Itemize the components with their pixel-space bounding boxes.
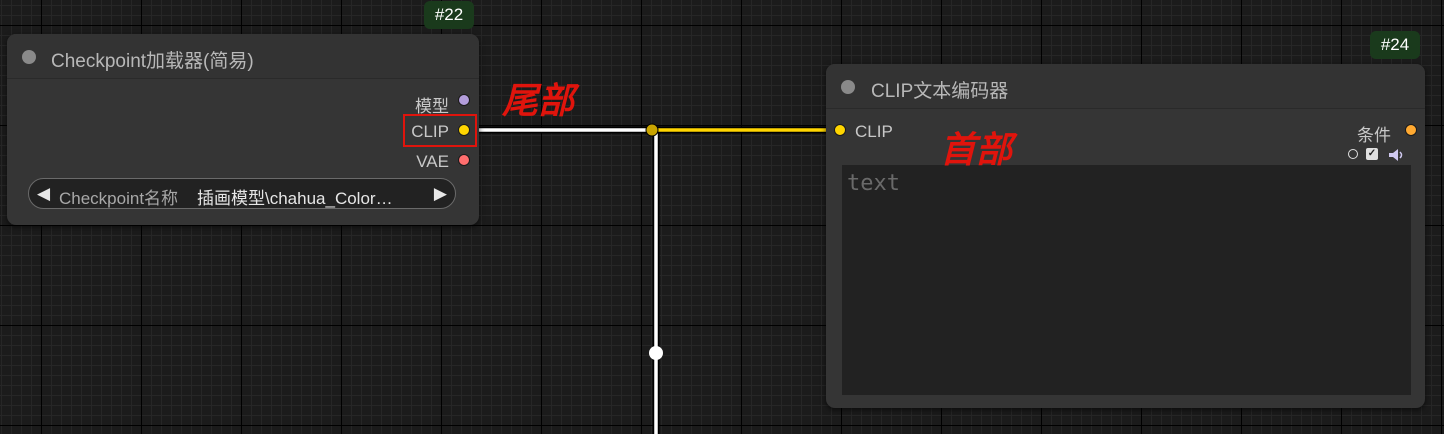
node-title-bar[interactable]: Checkpoint加载器(简易) xyxy=(7,34,479,79)
reroute-point xyxy=(645,123,659,137)
node-title-bar[interactable]: CLIP文本编码器 xyxy=(826,64,1425,109)
output-port-model[interactable] xyxy=(458,94,470,106)
output-label-conditioning: 条件 xyxy=(1357,126,1391,145)
annotation-head: 首部 xyxy=(940,130,1013,171)
collapse-dot-icon[interactable] xyxy=(22,50,36,64)
checkpoint-loader-node[interactable]: Checkpoint加载器(简易) 模型 CLIP VAE ◀ Checkpoi… xyxy=(7,34,479,225)
text-placeholder: text xyxy=(847,171,900,196)
node-title: CLIP文本编码器 xyxy=(871,81,1009,102)
annotation-tail: 尾部 xyxy=(502,81,575,122)
node-id-badge-22: #22 xyxy=(424,1,474,29)
output-port-clip[interactable] xyxy=(458,124,470,136)
input-port-clip[interactable] xyxy=(834,124,846,136)
combo-label: Checkpoint名称 xyxy=(59,189,179,208)
text-prompt-input[interactable]: text xyxy=(842,165,1411,395)
output-port-vae[interactable] xyxy=(458,154,470,166)
output-label-vae: VAE xyxy=(416,152,449,171)
output-label-clip: CLIP xyxy=(411,122,449,141)
combo-next-arrow-icon[interactable]: ▶ xyxy=(434,184,447,204)
node-title: Checkpoint加载器(简易) xyxy=(51,51,254,72)
link-center-handle xyxy=(649,346,663,360)
output-port-conditioning[interactable] xyxy=(1405,124,1417,136)
checkbox-icon[interactable]: ✓ xyxy=(1366,148,1378,160)
collapse-dot-icon[interactable] xyxy=(841,80,855,94)
combo-value: 插画模型\chahua_Color… xyxy=(197,189,393,208)
checkpoint-name-combo[interactable]: ◀ Checkpoint名称 插画模型\chahua_Color… ▶ xyxy=(28,178,456,209)
input-label-clip: CLIP xyxy=(855,122,893,141)
speaker-icon[interactable] xyxy=(1388,148,1406,162)
clip-text-encoder-node[interactable]: CLIP文本编码器 CLIP 条件 ✓ text xyxy=(826,64,1425,408)
combo-prev-arrow-icon[interactable]: ◀ xyxy=(37,184,50,204)
node-id-badge-24: #24 xyxy=(1370,31,1420,59)
circle-toggle-icon[interactable] xyxy=(1348,149,1358,159)
